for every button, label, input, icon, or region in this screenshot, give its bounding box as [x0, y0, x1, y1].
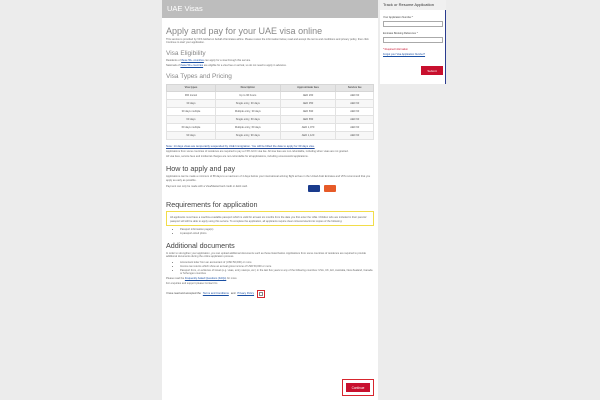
table-cell: Multiple entry, 60 days: [214, 122, 281, 132]
header-band: UAE Visas: [162, 0, 378, 18]
list-item: Passport information page(s): [180, 228, 374, 231]
eligibility-line1-prefix: Residents of: [166, 58, 182, 62]
eligibility-line-2: Nationals of these 50+ countries are eli…: [166, 64, 374, 67]
table-cell: AED 690: [279, 106, 337, 116]
table-cell: AED 60: [335, 106, 374, 116]
main-heading: Apply and pay for your UAE visa online: [166, 26, 323, 36]
support-line: For enquiries and support please Contact…: [166, 282, 218, 286]
terms-link[interactable]: Terms and Conditions: [203, 292, 229, 295]
list-item: Income tax returns which show an annual …: [180, 265, 374, 268]
forgot-number-link[interactable]: Forgot your Visa Application Number?: [383, 53, 425, 56]
faq-line: Please read the Frequently Asked Questio…: [166, 277, 374, 280]
eligibility-line2-suffix: are eligible for a visa free on arrival,…: [203, 64, 287, 68]
table-cell: AED 60: [335, 130, 374, 140]
submit-button[interactable]: Submit: [421, 66, 443, 75]
pricing-table: Visa types Description Approximate fees …: [166, 83, 374, 140]
payment-cards: Payment can only be made with a Visa/Mas…: [166, 185, 374, 194]
requirements-list: Passport information page(s) A passport-…: [166, 228, 374, 235]
eligibility-line-1: Residents of these 50+ countries can app…: [166, 59, 374, 62]
faq-suffix: for more: [226, 276, 237, 280]
table-row: 96h transit Up to 96 hours AED 260 AED 6…: [166, 90, 374, 100]
table-cell: AED 60: [335, 98, 374, 108]
pricing-col-header: Visa types: [166, 83, 216, 92]
app-number-input[interactable]: [383, 21, 443, 27]
fees-paragraph: Applications from some countries of resi…: [166, 149, 349, 153]
terms-checkbox-highlight: [257, 289, 266, 298]
table-cell: 30 days multiple: [166, 106, 216, 116]
sidebar-title: Track or Resume Application: [380, 0, 446, 10]
content-column: Apply and pay for your UAE visa online T…: [166, 22, 374, 298]
mastercard-icon: [324, 185, 336, 193]
table-row: 60 days multiple Multiple entry, 60 days…: [166, 122, 374, 132]
page-title: UAE Visas: [167, 4, 203, 13]
faq-link[interactable]: Frequently Asked Questions (FAQs): [185, 277, 226, 280]
table-cell: AED 60: [335, 122, 374, 132]
continue-button[interactable]: Continue: [346, 383, 370, 392]
privacy-link[interactable]: Privacy Policy: [237, 292, 254, 295]
table-cell: AED 1,120: [279, 130, 337, 140]
list-item: A passport-sized photo: [180, 232, 374, 235]
faq-prefix: Please read the: [166, 276, 185, 280]
accept-mid: and: [230, 292, 236, 296]
table-cell: 30 days: [166, 98, 216, 108]
eligibility-heading: Visa Eligibility: [166, 49, 206, 57]
table-row: 90 days Single entry, 90 days AED 1,120 …: [166, 130, 374, 140]
booking-ref-label: Emirates Booking Reference *: [383, 32, 418, 35]
table-cell: Single entry, 90 days: [214, 130, 281, 140]
requirements-heading: Requirements for application: [166, 200, 258, 210]
table-cell: AED 60: [335, 114, 374, 124]
track-application-sidebar: Track or Resume Application Your Applica…: [380, 0, 446, 84]
table-cell: AED 60: [335, 90, 374, 100]
table-row: 30 days Single entry, 30 days AED 350 AE…: [166, 98, 374, 108]
table-row: 60 days Single entry, 60 days AED 650 AE…: [166, 114, 374, 124]
visa-card-icon: [308, 185, 320, 193]
table-cell: Multiple entry, 30 days: [214, 106, 281, 116]
pricing-header-row: Visa types Description Approximate fees …: [166, 83, 374, 92]
app-number-label: Your Application Number *: [383, 16, 414, 19]
table-cell: 90 days: [166, 130, 216, 140]
eligible-countries-link[interactable]: these 50+ countries: [181, 59, 204, 62]
eligibility-line2-prefix: Nationals of: [166, 64, 181, 68]
additional-docs-text: In order to strengthen your application,…: [166, 252, 366, 259]
refund-paragraph: All visa fees, service fees and incident…: [166, 155, 309, 159]
table-cell: 60 days: [166, 114, 216, 124]
continue-highlight: Continue: [342, 379, 374, 396]
accept-prefix: I have read and accepted the: [166, 292, 201, 296]
visa-free-countries-link[interactable]: these 50+ countries: [180, 64, 203, 67]
requirements-text: All applicants must have a machine-reada…: [170, 216, 367, 223]
terms-checkbox[interactable]: [259, 291, 264, 296]
intro-text: This service is provided by VFS Global o…: [166, 38, 369, 45]
pricing-note: Note: 14 days visas are temporarily susp…: [166, 143, 315, 148]
additional-docs-heading: Additional documents: [166, 241, 235, 251]
table-cell: 60 days multiple: [166, 122, 216, 132]
how-to-apply-heading: How to apply and pay: [166, 164, 236, 174]
pricing-col-header: Service fee: [335, 83, 374, 92]
table-row: 30 days multiple Multiple entry, 30 days…: [166, 106, 374, 116]
list-item: Accountant letter from an accountant of …: [180, 261, 374, 264]
booking-ref-input[interactable]: [383, 37, 443, 43]
timing-paragraph: Applications can be made a minimum of 58…: [166, 175, 371, 182]
table-cell: AED 260: [279, 90, 337, 100]
list-item: Passport from, or evidence of travel (e.…: [180, 269, 374, 275]
pricing-col-header: Description: [214, 83, 281, 92]
pricing-col-header: Approximate fees: [279, 83, 337, 92]
table-cell: AED 1,070: [279, 122, 337, 132]
required-note: * Required Information: [383, 48, 409, 51]
table-cell: Single entry, 30 days: [214, 98, 281, 108]
requirements-highlight: All applicants must have a machine-reada…: [166, 211, 374, 227]
additional-docs-list: Accountant letter from an accountant of …: [166, 261, 374, 275]
table-cell: Up to 96 hours: [214, 90, 281, 100]
table-cell: Single entry, 60 days: [214, 114, 281, 124]
main-content: UAE Visas Apply and pay for your UAE vis…: [162, 0, 378, 400]
table-cell: AED 350: [279, 98, 337, 108]
terms-acceptance: I have read and accepted the Terms and C…: [166, 289, 374, 298]
pricing-heading: Visa Types and Pricing: [166, 72, 232, 80]
table-cell: 96h transit: [166, 90, 216, 100]
eligibility-line1-suffix: can apply for a visa through this servic…: [203, 58, 251, 62]
payment-paragraph: Payment can only be made with a Visa/Mas…: [166, 185, 248, 189]
table-cell: AED 650: [279, 114, 337, 124]
